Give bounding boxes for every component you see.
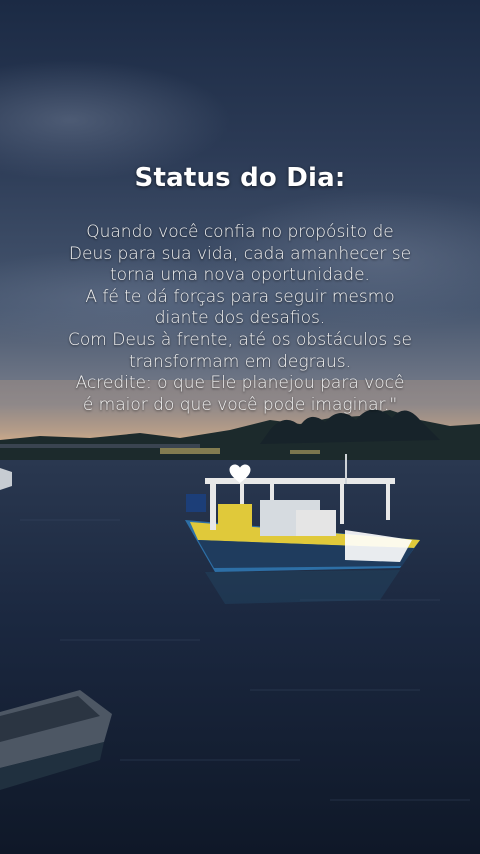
shore-lights <box>160 448 220 454</box>
boat-reflection <box>205 570 400 604</box>
background-photo <box>0 0 480 854</box>
bridge <box>0 444 200 448</box>
shore-lights <box>290 450 320 454</box>
